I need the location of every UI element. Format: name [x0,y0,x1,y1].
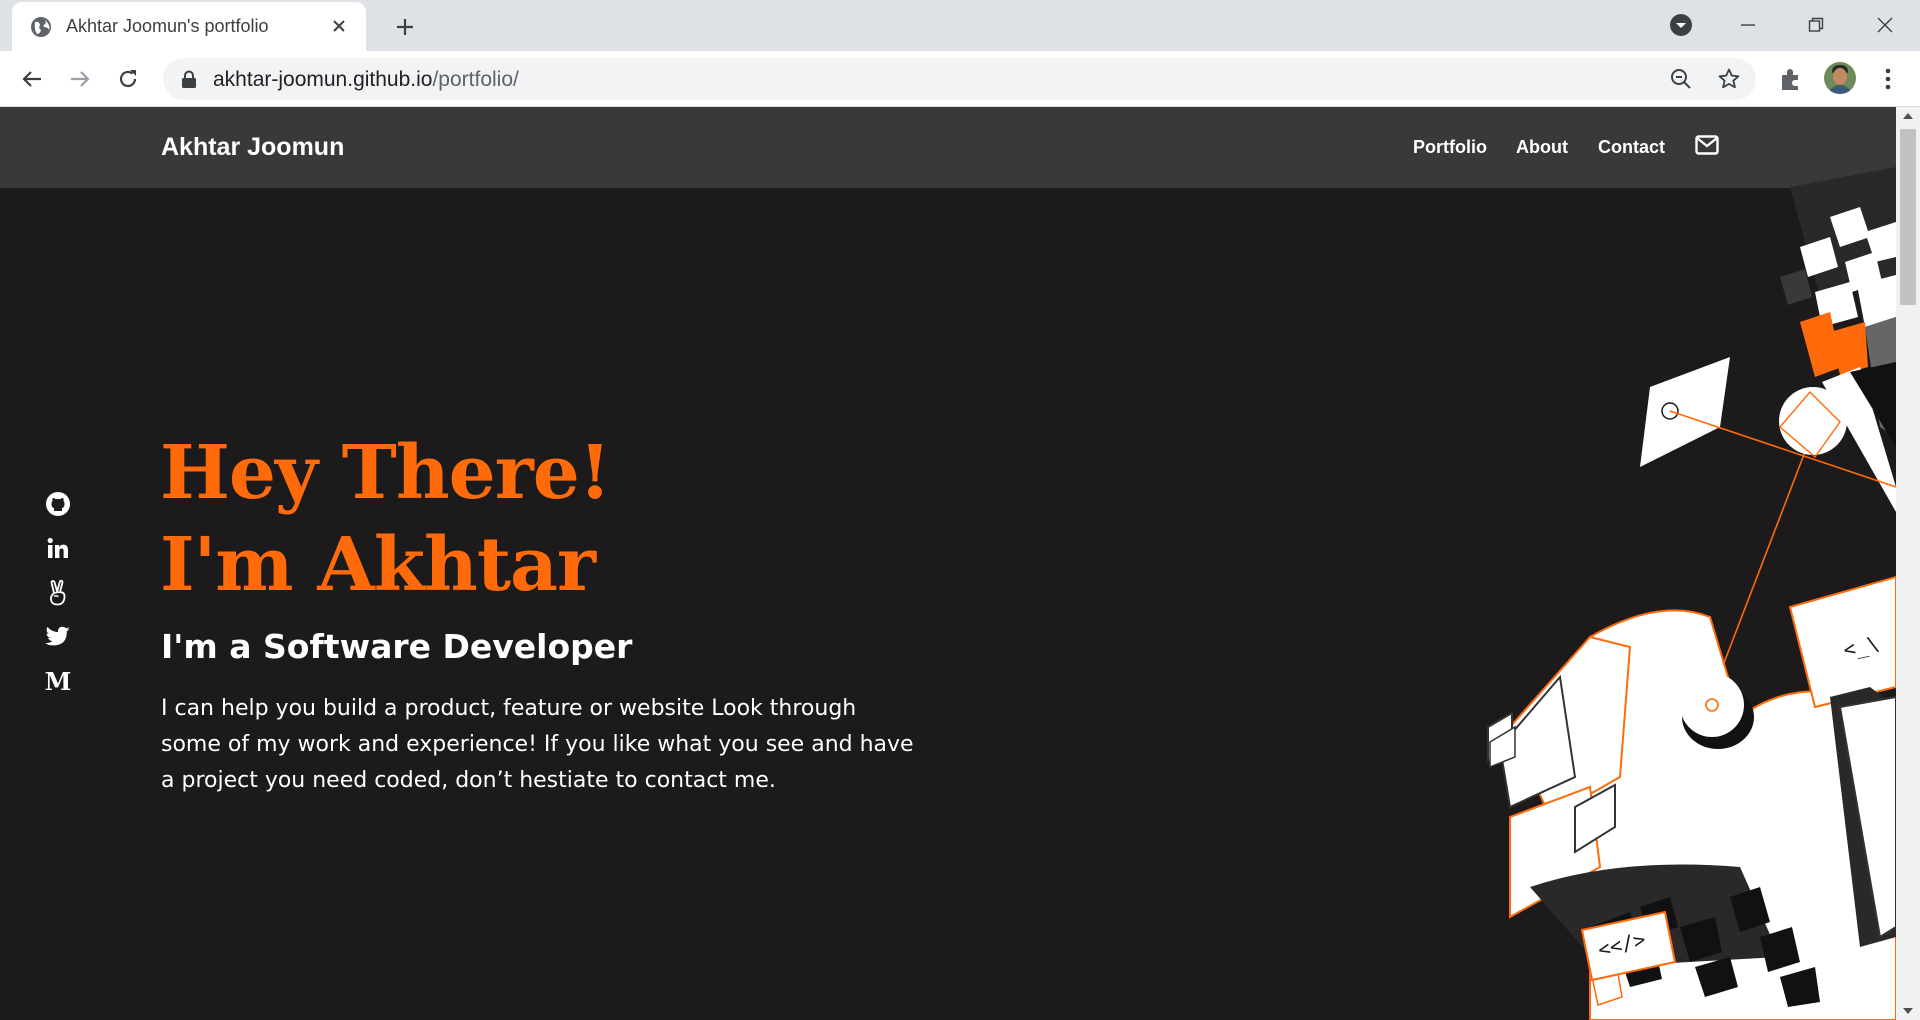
nav-about[interactable]: About [1516,137,1568,158]
floating-card [1640,357,1730,467]
url-text[interactable]: akhtar-joomun.github.io/portfolio/ [213,68,519,92]
restore-icon[interactable] [1801,10,1831,40]
extensions-icon[interactable] [1777,65,1805,93]
star-icon[interactable] [1717,67,1741,91]
forward-icon[interactable] [64,63,96,95]
github-icon[interactable] [44,490,72,518]
close-icon[interactable] [328,15,350,37]
scroll-up-arrow-icon[interactable] [1903,113,1913,119]
browser-tab[interactable]: Akhtar Joomun's portfolio [12,2,366,51]
nav-portfolio[interactable]: Portfolio [1413,137,1487,158]
angellist-icon[interactable] [44,579,72,607]
minimize-icon[interactable] [1733,10,1763,40]
checker-top [1780,167,1896,512]
url-host: akhtar-joomun.github.io [213,68,433,91]
medium-icon[interactable]: M [44,668,72,696]
hero-title-line2: I'm Akhtar [160,522,596,608]
url-path: /portfolio/ [432,68,519,91]
linkedin-icon[interactable] [44,534,72,562]
hero-title: Hey There! I'm Akhtar [160,427,611,611]
browser-toolbar: akhtar-joomun.github.io/portfolio/ [0,51,1920,107]
back-icon[interactable] [16,63,48,95]
envelope-icon[interactable] [1695,135,1719,155]
scroll-down-arrow-icon[interactable] [1903,1008,1913,1014]
tab-title: Akhtar Joomun's portfolio [66,16,269,36]
scroll-thumb[interactable] [1900,129,1916,305]
reload-icon[interactable] [112,63,144,95]
nav-contact[interactable]: Contact [1598,137,1665,158]
hero-title-line1: Hey There! [160,430,611,516]
menu-icon[interactable] [1876,66,1900,92]
hero-illustration: <_\ <</> [1487,167,1896,1020]
page-scrollbar[interactable] [1896,107,1920,1020]
globe-icon [31,17,51,37]
hero-description: I can help you build a product, feature … [161,696,914,793]
tab-search-icon[interactable] [1668,12,1694,38]
hero-subtitle: I'm a Software Developer [161,627,633,666]
close-window-icon[interactable] [1870,10,1900,40]
tab-strip: Akhtar Joomun's portfolio [0,0,1920,51]
profile-avatar[interactable] [1824,62,1856,94]
address-bar[interactable]: akhtar-joomun.github.io/portfolio/ [163,58,1756,100]
lock-icon[interactable] [181,70,197,88]
page-content: Akhtar Joomun Portfolio About Contact M … [0,107,1896,1020]
brand-name[interactable]: Akhtar Joomun [161,133,344,162]
twitter-icon[interactable] [44,623,72,651]
plus-icon[interactable] [390,12,420,42]
zoom-icon[interactable] [1669,67,1693,91]
